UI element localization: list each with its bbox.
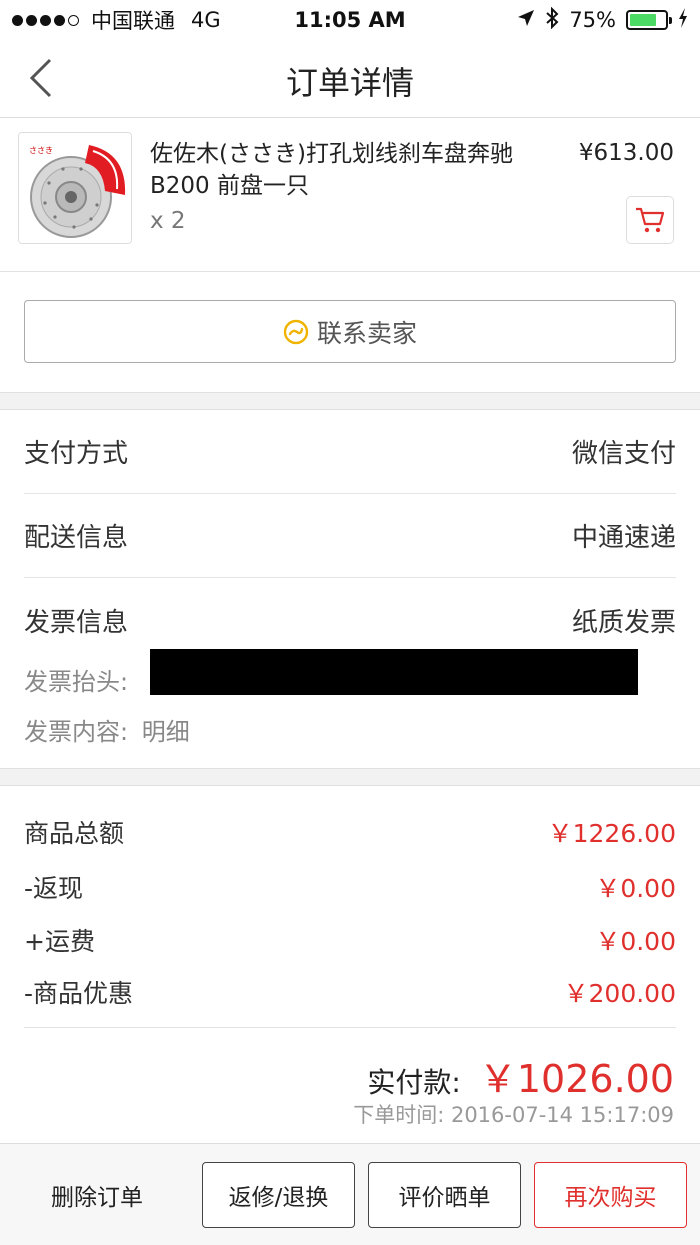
total-paid: 实付款: ￥1026.00 — [367, 1048, 674, 1103]
payment-method-label: 支付方式 — [24, 439, 129, 469]
battery-fill — [630, 14, 656, 26]
invoice-content-label: 发票内容: — [24, 718, 129, 746]
bluetooth-icon — [545, 6, 559, 34]
delete-order-button[interactable]: 删除订单 — [24, 1162, 170, 1228]
summary-value: ￥0.00 — [595, 927, 676, 956]
product-thumbnail[interactable]: ささき — [18, 132, 132, 244]
summary-row: +运费 ￥0.00 — [24, 922, 676, 958]
svg-text:ささき: ささき — [29, 146, 53, 155]
section-divider — [0, 768, 700, 786]
brake-disc-image: ささき — [19, 133, 131, 243]
navigation-bar: 订单详情 — [0, 40, 700, 118]
summary-label: -商品优惠 — [24, 979, 134, 1008]
charging-icon — [678, 7, 688, 33]
delivery-info-label: 配送信息 — [24, 523, 129, 553]
summary-divider — [24, 1027, 676, 1028]
summary-row: -商品优惠 ￥200.00 — [24, 974, 676, 1010]
cart-icon — [636, 207, 665, 233]
contact-seller-button[interactable]: 联系卖家 — [24, 300, 676, 363]
invoice-info-value: 纸质发票 — [571, 607, 676, 638]
summary-label: +运费 — [24, 927, 95, 956]
summary-label: -返现 — [24, 874, 84, 903]
product-price: ¥613.00 — [578, 140, 674, 166]
redacted-invoice-title — [150, 649, 638, 695]
page-title: 订单详情 — [285, 64, 414, 102]
battery-percent: 75% — [569, 8, 616, 32]
location-arrow-icon — [517, 8, 535, 32]
delivery-info-value: 中通速递 — [571, 523, 676, 553]
summary-row: 商品总额 ￥1226.00 — [24, 814, 676, 850]
summary-value: ￥200.00 — [563, 979, 676, 1008]
total-paid-value: ￥1026.00 — [478, 1057, 674, 1101]
payment-method-value: 微信支付 — [571, 439, 676, 469]
invoice-content-row: 发票内容: 明细 — [24, 712, 190, 747]
product-name[interactable]: 佐佐木(ささき)打孔划线刹车盘奔驰B200 前盘一只 — [150, 138, 550, 202]
summary-value: ￥0.00 — [595, 874, 676, 903]
status-bar: 中国联通 4G 11:05 AM 75% — [0, 0, 700, 40]
add-to-cart-button[interactable] — [626, 196, 674, 244]
summary-row: -返现 ￥0.00 — [24, 869, 676, 905]
total-paid-label: 实付款: — [367, 1066, 461, 1099]
bottom-action-bar: 删除订单 返修/退换 评价晒单 再次购买 — [0, 1143, 700, 1245]
summary-label: 商品总额 — [24, 819, 125, 848]
contact-seller-label: 联系卖家 — [316, 318, 417, 348]
summary-value: ￥1226.00 — [547, 819, 676, 848]
buy-again-button[interactable]: 再次购买 — [534, 1162, 687, 1228]
product-quantity: x 2 — [150, 208, 186, 234]
battery-icon — [626, 10, 672, 30]
delivery-info-row: 配送信息 中通速递 — [24, 494, 676, 578]
section-divider — [0, 392, 700, 410]
payment-method-row: 支付方式 微信支付 — [24, 410, 676, 494]
order-time: 下单时间: 2016-07-14 15:17:09 — [353, 1103, 674, 1127]
status-right: 75% — [517, 6, 688, 34]
invoice-info-label: 发票信息 — [24, 607, 129, 638]
review-button[interactable]: 评价晒单 — [368, 1162, 521, 1228]
invoice-content-value: 明细 — [141, 718, 190, 746]
product-item[interactable]: ささき 佐佐木(ささき)打孔划线刹车盘奔驰B200 前盘一只 x 2 ¥613.… — [0, 118, 700, 272]
return-repair-button[interactable]: 返修/退换 — [202, 1162, 355, 1228]
invoice-title-label: 发票抬头: — [24, 668, 129, 696]
contact-section: 联系卖家 — [0, 272, 700, 392]
chat-icon — [283, 319, 309, 344]
